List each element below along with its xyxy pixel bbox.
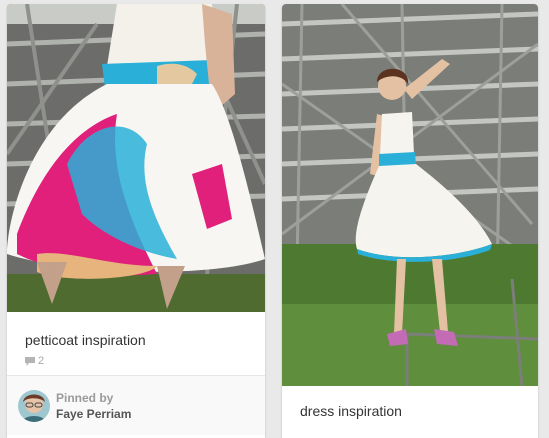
pin-description: dress inspiration (300, 403, 402, 419)
avatar[interactable] (18, 389, 50, 422)
pinner-attribution[interactable]: Pinned by Faye Perriam (7, 375, 265, 435)
pin-card[interactable]: dress inspiration (282, 4, 538, 438)
pin-comment-count[interactable]: 2 (7, 355, 265, 367)
pin-card[interactable]: petticoat inspiration 2 Pinned by Faye P… (7, 4, 265, 438)
pin-image[interactable] (282, 4, 538, 386)
pinned-by-label: Pinned by (56, 390, 114, 405)
comment-icon (25, 356, 35, 366)
pin-description: petticoat inspiration (25, 332, 146, 348)
pinner-name[interactable]: Faye Perriam (56, 406, 131, 422)
pin-image[interactable] (7, 4, 265, 312)
comment-count-value: 2 (38, 355, 45, 367)
